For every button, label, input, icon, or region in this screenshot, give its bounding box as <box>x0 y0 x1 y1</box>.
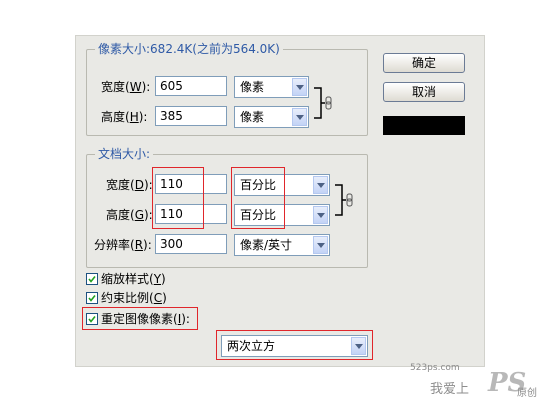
constrain-bracket-icon <box>335 184 353 216</box>
pixel-height-label: 高度(H): <box>101 110 148 124</box>
chevron-down-icon[interactable] <box>313 206 328 224</box>
constrain-proportions-checkbox[interactable]: 约束比例(C) <box>86 290 167 306</box>
constrain-proportions-label: 约束比例(C) <box>101 291 167 305</box>
cancel-button[interactable]: 取消 <box>383 82 465 102</box>
image-size-dialog: 像素大小:682.4K(之前为564.0K) 宽度(W): 605 像素 高度(… <box>75 35 485 367</box>
pixel-width-label: 宽度(W): <box>101 80 151 94</box>
highlight-doc-units <box>231 167 285 229</box>
pixel-height-unit-value: 像素 <box>240 110 265 124</box>
checkbox-checked-icon[interactable] <box>86 292 98 304</box>
pixel-height-input[interactable]: 385 <box>155 106 227 126</box>
document-size-title: 文档大小: <box>95 147 154 161</box>
scale-styles-checkbox[interactable]: 缩放样式(Y) <box>86 271 166 287</box>
color-swatch <box>383 116 465 135</box>
chevron-down-icon[interactable] <box>292 78 307 96</box>
pixel-width-unit-value: 像素 <box>240 80 265 94</box>
resolution-input[interactable]: 300 <box>155 234 227 254</box>
pixel-width-unit-select[interactable]: 像素 <box>234 76 309 98</box>
doc-height-label: 高度(G): <box>106 208 153 222</box>
scale-styles-label: 缩放样式(Y) <box>101 272 166 286</box>
watermark-main: 我爱上 <box>430 382 470 397</box>
pixel-dimensions-title: 像素大小:682.4K(之前为564.0K) <box>95 42 283 56</box>
pixel-width-input[interactable]: 605 <box>155 76 227 96</box>
highlight-resample-method <box>216 330 373 360</box>
checkbox-checked-icon[interactable] <box>86 273 98 285</box>
doc-width-label: 宽度(D): <box>106 178 153 192</box>
watermark-site: 523ps.com <box>410 363 460 373</box>
highlight-resample-checkbox <box>82 307 198 330</box>
chevron-down-icon[interactable] <box>292 108 307 126</box>
resolution-unit-select[interactable]: 像素/英寸 <box>234 234 330 256</box>
pixel-height-unit-select[interactable]: 像素 <box>234 106 309 128</box>
watermark-tail: 原创 <box>517 388 537 399</box>
constrain-bracket-icon <box>314 87 332 119</box>
highlight-doc-values <box>152 167 204 229</box>
chevron-down-icon[interactable] <box>313 176 328 194</box>
resolution-unit-value: 像素/英寸 <box>240 238 293 252</box>
chevron-down-icon[interactable] <box>313 236 328 254</box>
ok-button[interactable]: 确定 <box>383 53 465 73</box>
resolution-label: 分辨率(R): <box>94 238 152 252</box>
